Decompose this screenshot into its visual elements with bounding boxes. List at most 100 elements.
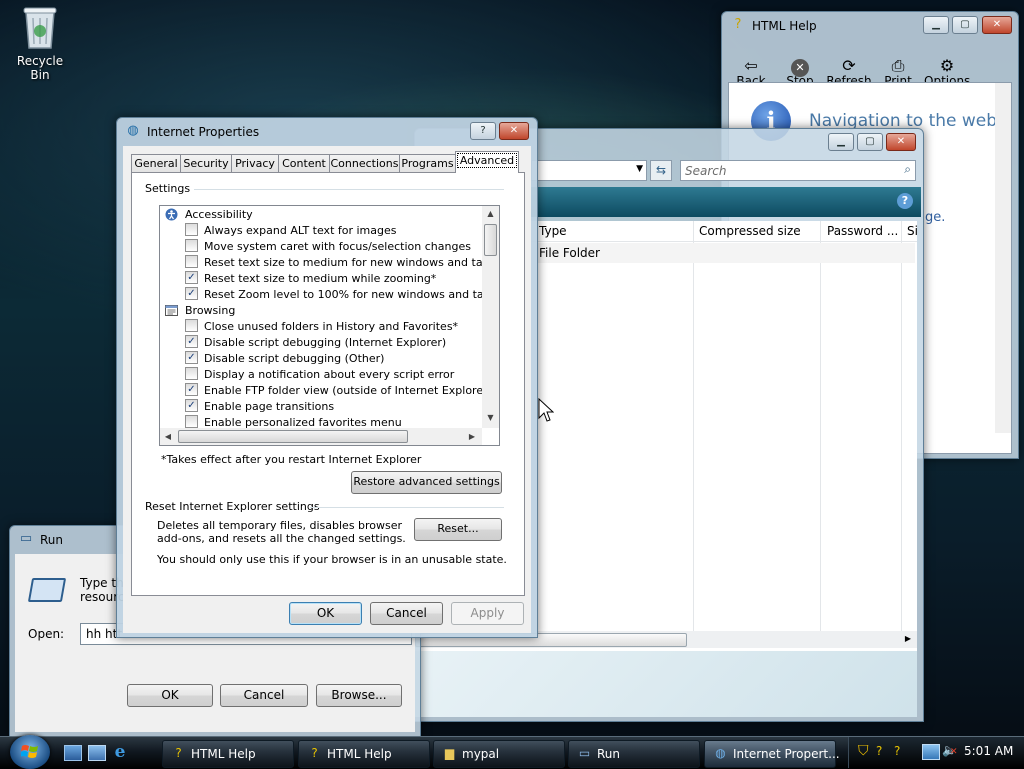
minimize-button[interactable]: ▁ <box>923 16 949 34</box>
checkbox[interactable] <box>185 255 198 268</box>
checkbox[interactable]: ✓ <box>185 271 198 284</box>
checkbox[interactable] <box>185 367 198 380</box>
show-desktop-icon[interactable] <box>64 745 82 761</box>
restore-advanced-settings-button[interactable]: Restore advanced settings <box>351 471 502 494</box>
list-item[interactable]: ✓ Disable script debugging (Other) <box>160 351 499 367</box>
print-icon[interactable]: ⎙ <box>885 56 911 76</box>
close-button[interactable]: ✕ <box>499 122 529 140</box>
chevron-right-icon[interactable]: ▶ <box>905 634 911 643</box>
switch-windows-icon[interactable] <box>88 745 106 761</box>
chevron-up-icon[interactable]: ▲ <box>482 209 499 218</box>
vertical-scrollbar[interactable]: ▲ ▼ <box>482 206 499 428</box>
tab-advanced[interactable]: Advanced <box>455 151 519 173</box>
cancel-button[interactable]: Cancel <box>370 602 443 625</box>
back-icon[interactable]: ⇦ <box>738 56 764 76</box>
network-icon[interactable] <box>922 744 940 760</box>
taskbar-button-html-help-1[interactable]: ? HTML Help <box>162 740 294 768</box>
tab-security[interactable]: Security <box>180 154 232 172</box>
advanced-tab-page: Settings Accessibility Always expand ALT… <box>131 172 525 596</box>
help-icon: ? <box>175 746 182 760</box>
restart-note: *Takes effect after you restart Internet… <box>161 453 422 466</box>
start-button[interactable] <box>10 735 50 769</box>
maximize-button[interactable]: ▢ <box>857 133 883 151</box>
horizontal-scrollbar[interactable]: ◀ ▶ <box>160 428 482 445</box>
list-item[interactable]: ✓ Disable script debugging (Internet Expl… <box>160 335 499 351</box>
system-tray-icon[interactable]: ? <box>894 743 908 759</box>
close-button[interactable]: ✕ <box>982 16 1012 34</box>
checkbox[interactable]: ✓ <box>185 399 198 412</box>
column-header-password[interactable]: Password ... <box>827 224 898 238</box>
taskbar-button-run[interactable]: ▭ Run <box>568 740 700 768</box>
refresh-icon[interactable]: ⇆ <box>650 160 672 181</box>
category-accessibility[interactable]: Accessibility <box>160 207 499 223</box>
list-item[interactable]: Reset text size to medium for new window… <box>160 255 499 271</box>
help-icon[interactable]: ? <box>897 193 913 209</box>
internet-properties-titlebar[interactable]: ◍ Internet Properties ? ✕ <box>117 118 537 144</box>
tab-content[interactable]: Content <box>278 154 330 172</box>
recycle-bin[interactable]: Recycle Bin <box>10 2 70 82</box>
column-header-compressed-size[interactable]: Compressed size <box>699 224 801 238</box>
list-item[interactable]: Move system caret with focus/selection c… <box>160 239 499 255</box>
list-item[interactable]: Close unused folders in History and Favo… <box>160 319 499 335</box>
list-item[interactable]: Display a notification about every scrip… <box>160 367 499 383</box>
options-icon[interactable]: ⚙ <box>934 56 960 76</box>
taskbar-button-html-help-2[interactable]: ? HTML Help <box>298 740 430 768</box>
cancel-button[interactable]: Cancel <box>220 684 308 707</box>
list-item[interactable]: ✓ Enable FTP folder view (outside of Inte… <box>160 383 499 399</box>
chevron-left-icon[interactable]: ◀ <box>162 432 174 441</box>
list-item[interactable]: ✓ Reset Zoom level to 100% for new window… <box>160 287 499 303</box>
close-button[interactable]: ✕ <box>886 133 916 151</box>
run-icon: ▭ <box>578 746 591 760</box>
checkbox[interactable] <box>185 319 198 332</box>
apply-button[interactable]: Apply <box>451 602 524 625</box>
checkbox[interactable]: ✓ <box>185 335 198 348</box>
search-input[interactable]: Search ⌕ <box>680 160 916 181</box>
list-item[interactable]: ✓ Enable page transitions <box>160 399 499 415</box>
ok-button[interactable]: OK <box>127 684 213 707</box>
ok-button[interactable]: OK <box>289 602 362 625</box>
address-dropdown[interactable]: ▼ <box>531 160 647 181</box>
run-program-icon <box>27 578 67 602</box>
tab-privacy[interactable]: Privacy <box>231 154 279 172</box>
taskbar-button-mypal[interactable]: ▆ mypal <box>433 740 565 768</box>
system-tray-icon[interactable]: ? <box>876 743 890 759</box>
help-vertical-scrollbar[interactable] <box>995 83 1011 433</box>
help-button[interactable]: ? <box>470 122 496 140</box>
refresh-icon[interactable]: ⟳ <box>836 56 862 76</box>
scrollbar-thumb[interactable] <box>178 430 408 443</box>
checkbox[interactable]: ✓ <box>185 383 198 396</box>
checkbox[interactable]: ✓ <box>185 287 198 300</box>
list-item[interactable]: ✓ Reset text size to medium while zooming… <box>160 271 499 287</box>
globe-icon: ◍ <box>715 746 726 760</box>
settings-tree[interactable]: Accessibility Always expand ALT text for… <box>159 205 500 446</box>
maximize-button[interactable]: ▢ <box>952 16 978 34</box>
security-shield-icon[interactable]: ⛉ <box>858 743 872 759</box>
tab-programs[interactable]: Programs <box>399 154 456 172</box>
reset-button[interactable]: Reset... <box>414 518 502 541</box>
chevron-right-icon[interactable]: ▶ <box>466 432 478 441</box>
chevron-down-icon[interactable]: ▼ <box>482 413 499 422</box>
settings-label: Settings <box>145 182 191 195</box>
tab-general[interactable]: General <box>131 154 181 172</box>
internet-explorer-icon[interactable]: e <box>111 743 129 761</box>
volume-muted-icon[interactable]: 🔈 ✕ <box>942 742 958 758</box>
stop-icon[interactable]: ✕ <box>787 56 813 77</box>
browse-button[interactable]: Browse... <box>316 684 402 707</box>
minimize-button[interactable]: ▁ <box>828 133 854 151</box>
html-help-titlebar[interactable]: ? HTML Help ▁ ▢ ✕ <box>722 12 1018 38</box>
clock[interactable]: 5:01 AM <box>964 744 1013 758</box>
taskbar-button-internet-properties[interactable]: ◍ Internet Propert... <box>704 740 840 768</box>
globe-icon: ◍ <box>127 123 139 138</box>
column-header-type[interactable]: Type <box>539 224 567 238</box>
column-header-size[interactable]: Si <box>907 224 918 238</box>
checkbox[interactable]: ✓ <box>185 351 198 364</box>
table-row[interactable]: File Folder <box>535 243 915 263</box>
list-item[interactable]: Always expand ALT text for images <box>160 223 499 239</box>
checkbox[interactable] <box>185 223 198 236</box>
checkbox[interactable] <box>185 415 198 428</box>
category-browsing[interactable]: Browsing <box>160 303 499 319</box>
scrollbar-thumb[interactable] <box>484 224 497 256</box>
tab-connections[interactable]: Connections <box>329 154 400 172</box>
checkbox[interactable] <box>185 239 198 252</box>
accessibility-icon <box>165 208 178 221</box>
